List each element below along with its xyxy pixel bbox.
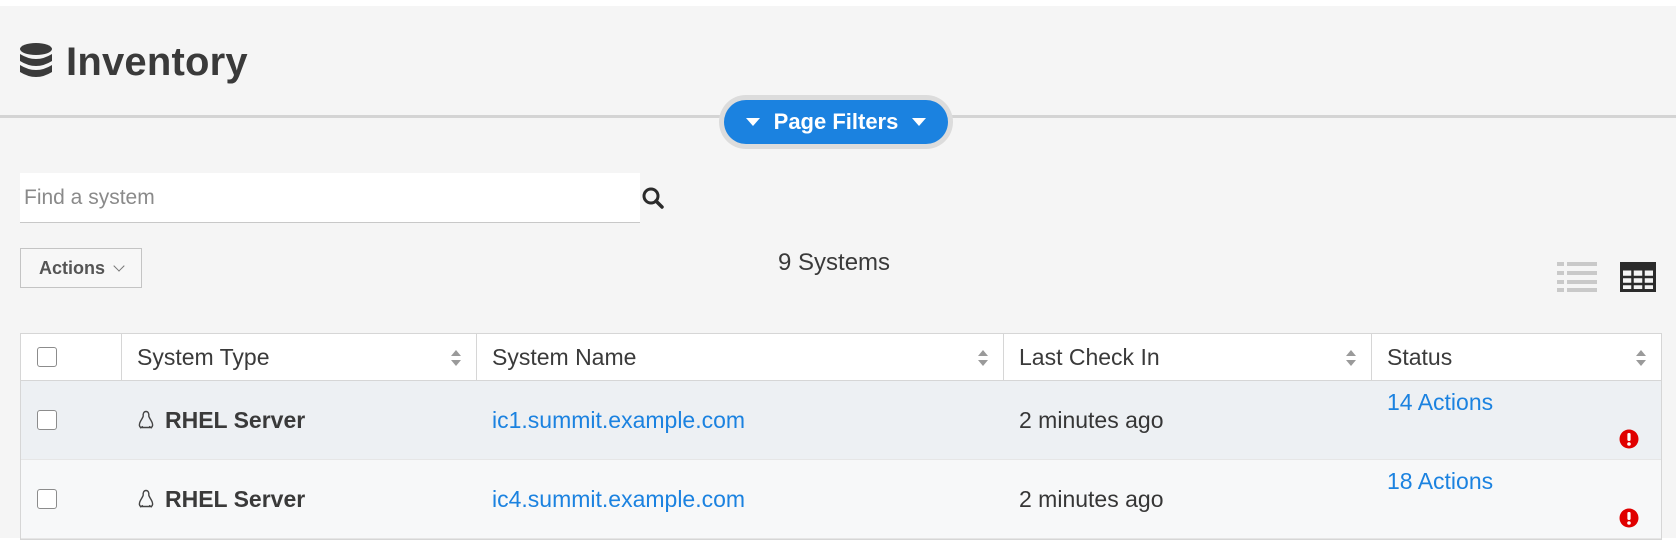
column-header-system-name[interactable]: System Name	[477, 334, 1004, 380]
linux-icon	[138, 489, 154, 508]
status-cell: 14 Actions	[1372, 381, 1661, 459]
page-header: Inventory	[18, 32, 248, 92]
column-label: System Type	[137, 343, 270, 370]
header-checkbox-cell	[21, 334, 122, 380]
alert-icon	[1619, 429, 1639, 449]
caret-down-icon	[745, 118, 760, 126]
status-cell: 18 Actions	[1372, 460, 1661, 538]
table-header: System Type System Name Last Check In St…	[21, 334, 1661, 381]
table-row[interactable]: RHEL Server ic1.summit.example.com 2 min…	[21, 381, 1661, 460]
last-check-in-cell: 2 minutes ago	[1019, 406, 1164, 433]
system-type: RHEL Server	[165, 406, 306, 433]
table-row[interactable]: RHEL Server ic4.summit.example.com 2 min…	[21, 460, 1661, 539]
page-filters-container: Page Filters	[719, 95, 953, 149]
actions-label: Actions	[38, 257, 105, 278]
page-filters-button[interactable]: Page Filters	[724, 100, 948, 144]
sort-icon	[1636, 350, 1646, 366]
alert-icon	[1619, 508, 1639, 528]
systems-count: 9 Systems	[778, 249, 891, 276]
linux-icon	[138, 410, 154, 429]
actions-dropdown[interactable]: Actions	[20, 248, 142, 288]
page-filters-label: Page Filters	[773, 109, 899, 134]
chevron-down-icon	[113, 260, 125, 272]
column-header-system-type[interactable]: System Type	[122, 334, 477, 380]
column-label: System Name	[492, 343, 637, 370]
search-input[interactable]	[20, 173, 640, 223]
sort-icon	[978, 350, 988, 366]
list-view-icon[interactable]	[1557, 262, 1597, 292]
column-header-status[interactable]: Status	[1372, 334, 1661, 380]
database-icon	[20, 43, 52, 77]
row-checkbox-cell	[21, 381, 122, 459]
status-actions-link[interactable]: 14 Actions	[1387, 389, 1493, 416]
system-name-cell: ic1.summit.example.com	[477, 381, 1004, 459]
column-label: Status	[1387, 343, 1453, 370]
table-view-icon[interactable]	[1620, 262, 1656, 292]
row-checkbox-cell	[21, 460, 122, 538]
systems-table: System Type System Name Last Check In St…	[20, 333, 1662, 540]
inventory-page: Inventory Page Filters Actions 9 Systems	[0, 6, 1676, 540]
select-all-checkbox[interactable]	[37, 347, 57, 367]
system-name-cell: ic4.summit.example.com	[477, 460, 1004, 538]
row-checkbox[interactable]	[37, 410, 57, 430]
sort-icon	[1346, 350, 1356, 366]
column-label: Last Check In	[1019, 343, 1160, 370]
sort-icon	[451, 350, 461, 366]
system-type-cell: RHEL Server	[122, 460, 477, 538]
system-name-link[interactable]: ic1.summit.example.com	[492, 407, 745, 434]
system-type: RHEL Server	[165, 485, 306, 512]
status-actions-link[interactable]: 18 Actions	[1387, 468, 1493, 495]
page-title: Inventory	[66, 39, 248, 84]
system-type-cell: RHEL Server	[122, 381, 477, 459]
last-check-in-cell: 2 minutes ago	[1019, 485, 1164, 512]
caret-down-icon	[912, 118, 927, 126]
row-checkbox[interactable]	[37, 489, 57, 509]
search-icon[interactable]	[641, 186, 665, 210]
column-header-last-check-in[interactable]: Last Check In	[1004, 334, 1372, 380]
system-name-link[interactable]: ic4.summit.example.com	[492, 486, 745, 513]
